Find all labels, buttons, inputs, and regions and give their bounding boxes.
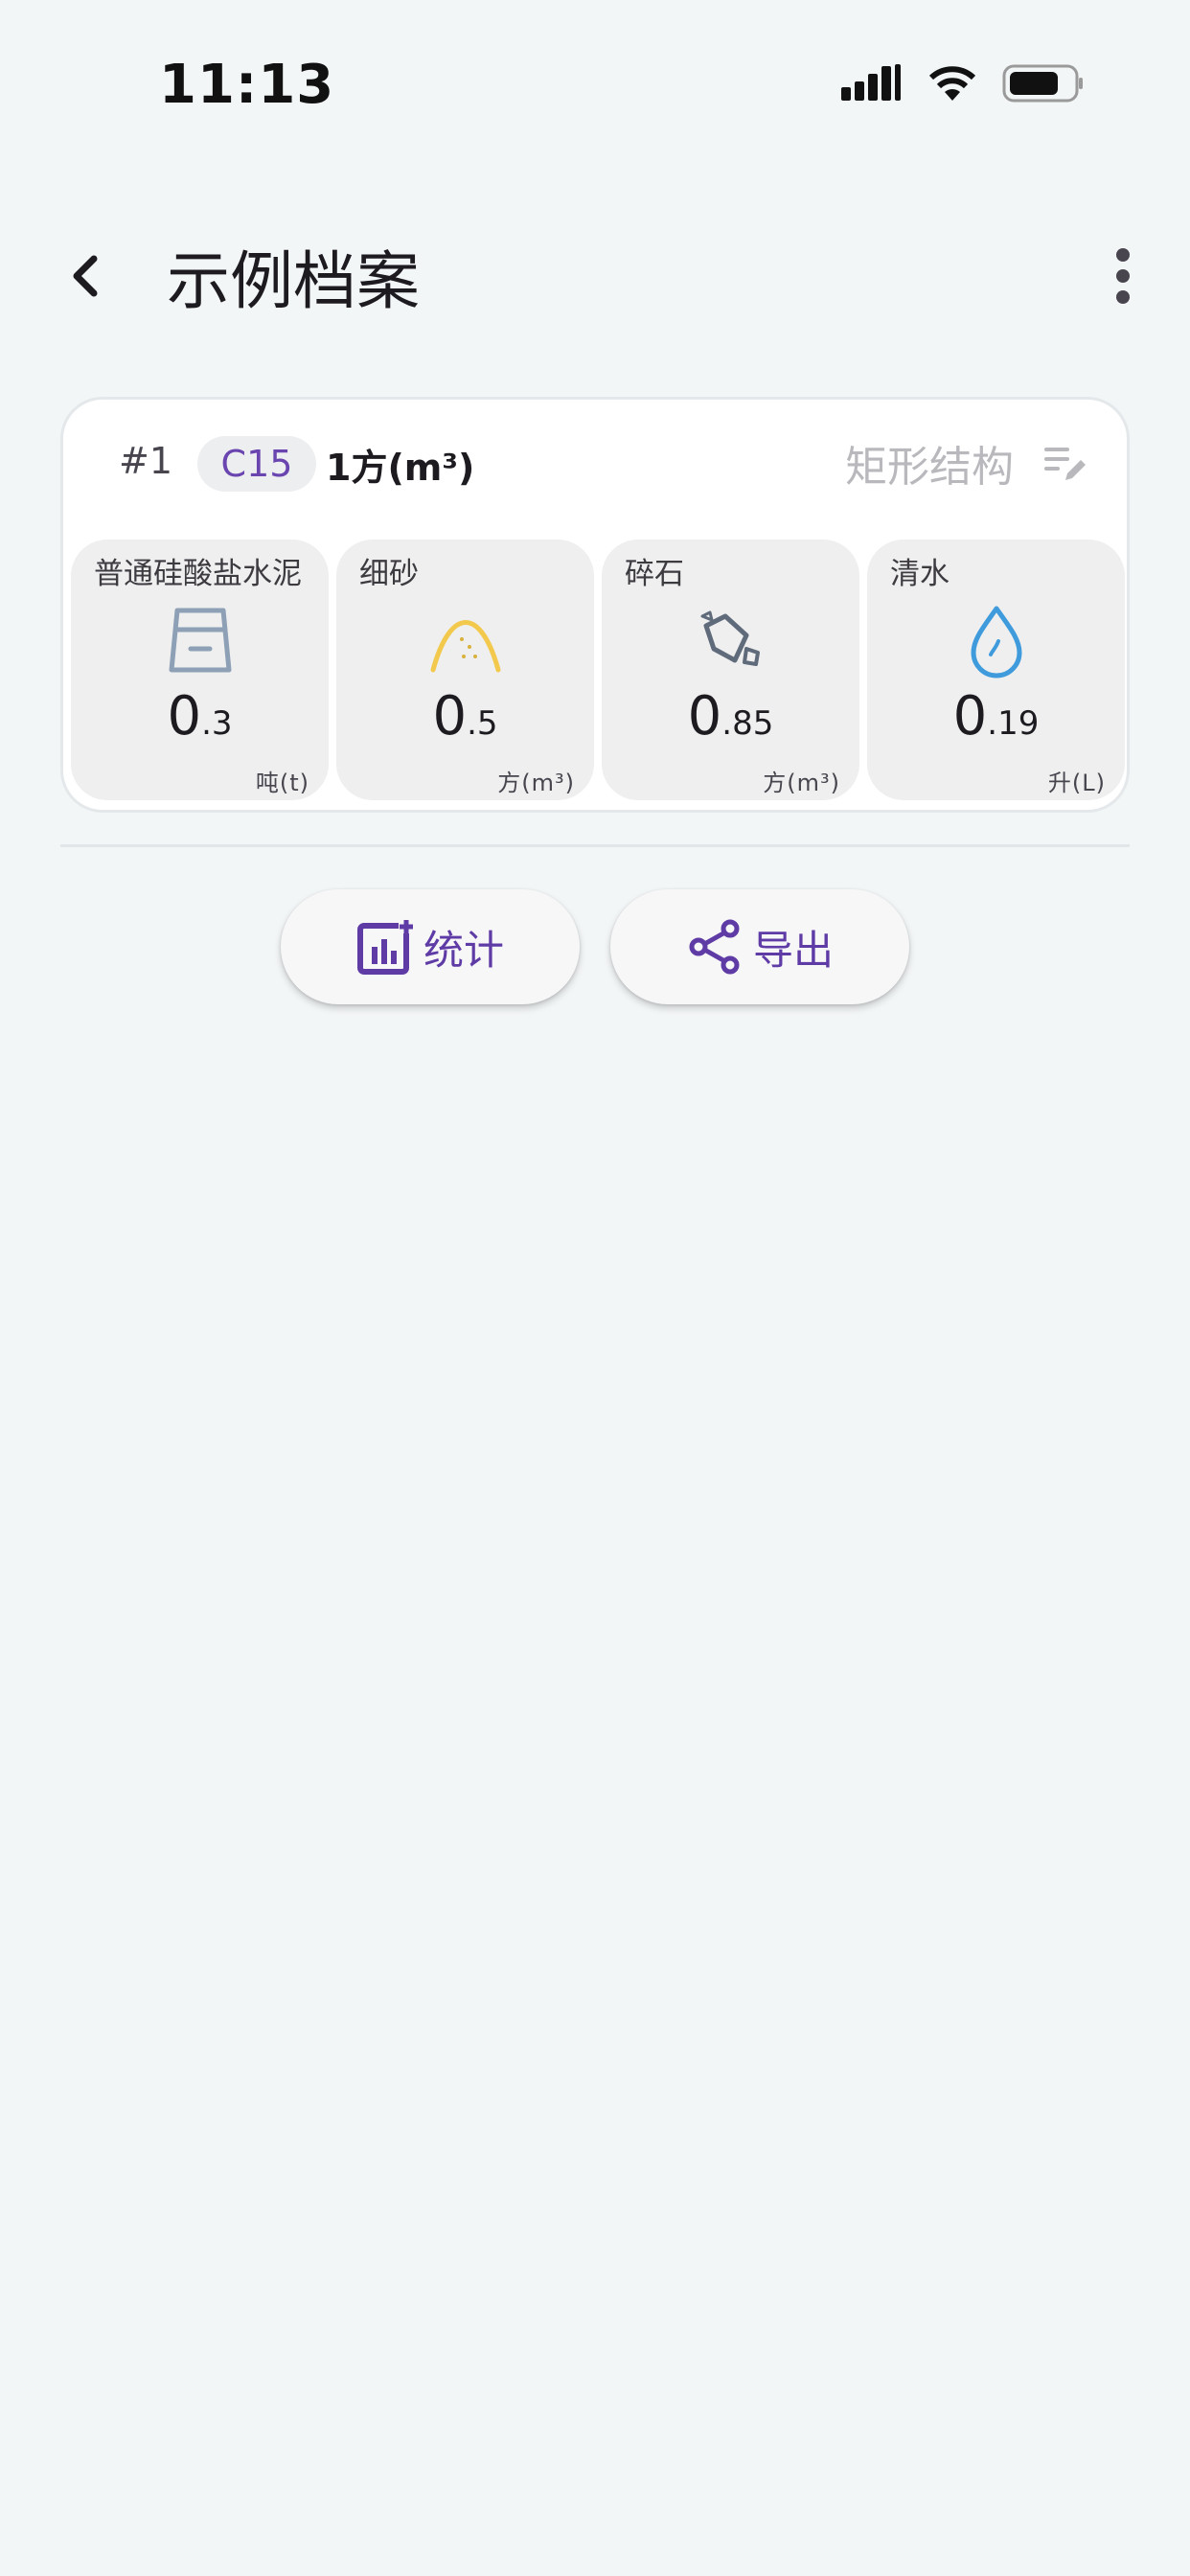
chevron-left-icon bbox=[73, 255, 98, 297]
material-name: 清水 bbox=[890, 557, 950, 591]
more-options-button[interactable] bbox=[1085, 238, 1161, 314]
status-time: 11:13 bbox=[159, 54, 335, 116]
material-value: 0.19 bbox=[952, 685, 1040, 748]
battery-icon bbox=[1002, 64, 1083, 103]
export-button[interactable]: 导出 bbox=[610, 889, 909, 1004]
volume-label: 1方(m³) bbox=[326, 447, 475, 489]
material-water: 清水 0.19 升(L) bbox=[867, 540, 1125, 800]
materials-grid: 普通硅酸盐水泥 0.3 吨(t) 细砂 0.5 方(m³) 碎石 0.85 方(… bbox=[71, 540, 1125, 800]
material-gravel: 碎石 0.85 方(m³) bbox=[602, 540, 859, 800]
more-vert-icon bbox=[1116, 248, 1130, 304]
material-sand: 细砂 0.5 方(m³) bbox=[336, 540, 594, 800]
material-value: 0.3 bbox=[167, 685, 233, 748]
wifi-icon bbox=[928, 66, 976, 101]
stats-chart-icon bbox=[356, 918, 414, 975]
water-drop-icon bbox=[971, 606, 1021, 678]
page-title: 示例档案 bbox=[167, 244, 420, 318]
material-cement: 普通硅酸盐水泥 0.3 吨(t) bbox=[71, 540, 329, 800]
share-icon bbox=[689, 919, 740, 975]
gravel-stone-icon bbox=[700, 610, 760, 666]
grade-chip: C15 bbox=[197, 436, 316, 492]
cement-container-icon bbox=[169, 608, 231, 673]
stats-button[interactable]: 统计 bbox=[281, 889, 580, 1004]
material-name: 碎石 bbox=[625, 557, 684, 591]
record-id: #1 bbox=[119, 440, 173, 482]
structure-label: 矩形结构 bbox=[845, 443, 1014, 492]
back-button[interactable] bbox=[48, 238, 125, 314]
material-name: 普通硅酸盐水泥 bbox=[94, 557, 302, 591]
sand-pile-icon bbox=[430, 620, 500, 673]
material-unit: 吨(t) bbox=[255, 770, 309, 796]
edit-note-icon[interactable] bbox=[1044, 446, 1088, 484]
material-value: 0.85 bbox=[687, 685, 774, 748]
card-header: #1 C15 1方(m³) 矩形结构 bbox=[63, 400, 1127, 543]
material-unit: 方(m³) bbox=[497, 770, 575, 796]
status-bar: 11:13 bbox=[0, 0, 1190, 182]
material-unit: 方(m³) bbox=[763, 770, 840, 796]
export-button-label: 导出 bbox=[752, 926, 834, 974]
status-icons bbox=[841, 63, 1085, 104]
mix-record-card[interactable]: #1 C15 1方(m³) 矩形结构 普通硅酸盐水泥 0.3 吨(t) 细砂 0… bbox=[60, 397, 1130, 813]
divider bbox=[60, 844, 1130, 847]
material-value: 0.5 bbox=[432, 685, 498, 748]
material-name: 细砂 bbox=[359, 557, 419, 591]
cellular-signal-icon bbox=[841, 64, 901, 101]
stats-button-label: 统计 bbox=[423, 926, 504, 974]
material-unit: 升(L) bbox=[1047, 770, 1106, 796]
app-bar: 示例档案 bbox=[0, 211, 1190, 335]
